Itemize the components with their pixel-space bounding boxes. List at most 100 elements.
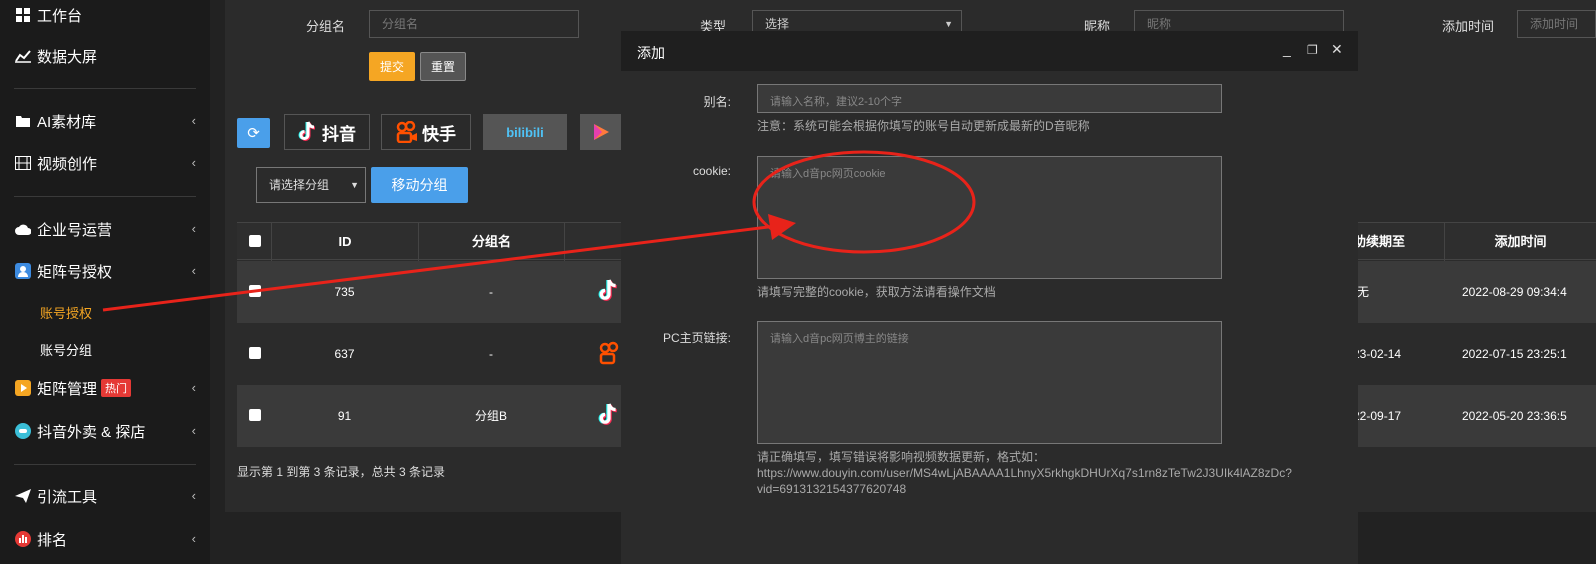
nav-account-auth[interactable]: 账号授权 bbox=[40, 303, 92, 322]
chevron-left-icon: ‹ bbox=[191, 488, 196, 503]
select-all-checkbox[interactable] bbox=[249, 235, 261, 247]
addtime-filter-input[interactable]: 添加时间 bbox=[1517, 10, 1596, 38]
th-platform bbox=[564, 223, 621, 261]
nav-matrix-auth[interactable]: 矩阵号授权 ‹ bbox=[0, 256, 210, 286]
pc-link-hint-2: https://www.douyin.com/user/MS4wLjABAAAA… bbox=[757, 466, 1292, 480]
platform-more-button[interactable] bbox=[580, 114, 621, 150]
move-group-button[interactable]: 移动分组 bbox=[371, 167, 468, 203]
film-icon bbox=[15, 155, 31, 171]
nav-matrix-manage[interactable]: 矩阵管理 热门 ‹ bbox=[0, 373, 210, 403]
windows-icon bbox=[15, 7, 31, 23]
cell-group: - bbox=[489, 285, 493, 299]
platform-douyin-label: 抖音 bbox=[322, 124, 356, 144]
cell-expire: 无 bbox=[1357, 285, 1370, 299]
cell-id: 91 bbox=[337, 409, 352, 423]
cookie-label: cookie: bbox=[692, 164, 731, 178]
group-select-value: 请选择分组 bbox=[269, 178, 330, 192]
platform-bilibili-button[interactable]: bilibili bbox=[483, 114, 567, 150]
type-select-value: 选择 bbox=[765, 17, 790, 31]
pc-link-hint-3: vid=6913132154377620748 bbox=[757, 482, 907, 496]
minimize-icon[interactable]: _ bbox=[1283, 41, 1291, 57]
send-icon bbox=[15, 488, 31, 504]
nav-ai-library-label: AI素材库 bbox=[37, 113, 97, 131]
maximize-icon[interactable]: ❐ bbox=[1307, 43, 1318, 57]
row-checkbox[interactable] bbox=[249, 409, 261, 421]
folder-icon bbox=[15, 113, 31, 129]
chevron-left-icon: ‹ bbox=[191, 380, 196, 395]
platform-kuaishou-label: 快手 bbox=[422, 124, 456, 144]
cell-group: 分组B bbox=[474, 409, 507, 423]
th-addtime: 添加时间 bbox=[1444, 223, 1596, 261]
cloud-icon bbox=[15, 221, 31, 237]
nav-workbench-label: 工作台 bbox=[37, 7, 83, 25]
row-checkbox[interactable] bbox=[249, 285, 261, 297]
refresh-icon: ⟳ bbox=[247, 125, 260, 142]
caret-down-icon: ▼ bbox=[350, 180, 359, 190]
hot-badge: 热门 bbox=[101, 379, 132, 397]
cell-group: - bbox=[489, 347, 493, 361]
user-badge-icon bbox=[15, 263, 31, 279]
add-account-modal: 添加 _ ❐ ✕ 别名: 请输入名称，建议2-10个字 注意：系统可能会根据你填… bbox=[621, 31, 1358, 564]
nav-video-creation[interactable]: 视频创作 ‹ bbox=[0, 148, 210, 178]
douyin-icon bbox=[597, 402, 621, 430]
cell-expire: 22-09-17 bbox=[1353, 409, 1402, 423]
nav-video-creation-label: 视频创作 bbox=[37, 155, 98, 173]
cell-id: 735 bbox=[334, 285, 355, 299]
group-select[interactable]: 请选择分组 ▼ bbox=[256, 167, 366, 203]
nav-traffic-tools[interactable]: 引流工具 ‹ bbox=[0, 481, 210, 511]
nav-ranking[interactable]: 排名 ‹ bbox=[0, 524, 210, 554]
douyin-icon bbox=[298, 121, 316, 141]
row-checkbox[interactable] bbox=[249, 347, 261, 359]
group-filter-label: 分组名 bbox=[306, 19, 346, 34]
platform-bilibili-label: bilibili bbox=[506, 124, 544, 140]
nav-ai-library[interactable]: AI素材库 ‹ bbox=[0, 106, 210, 136]
platform-douyin-button[interactable]: 抖音 bbox=[284, 114, 370, 150]
ranking-icon bbox=[15, 531, 31, 547]
cell-expire: 23-02-14 bbox=[1353, 347, 1402, 361]
nav-matrix-auth-label: 矩阵号授权 bbox=[37, 263, 113, 281]
modal-title: 添加 bbox=[637, 45, 665, 61]
divider bbox=[14, 88, 196, 89]
kuaishou-icon bbox=[396, 121, 417, 143]
chat-bubble-icon bbox=[15, 423, 31, 439]
nav-ranking-label: 排名 bbox=[37, 531, 68, 549]
nav-douyin-takeout-label: 抖音外卖 & 探店 bbox=[37, 423, 146, 441]
addtime-filter-label: 添加时间 bbox=[1442, 19, 1495, 34]
douyin-icon bbox=[597, 278, 621, 306]
chevron-left-icon: ‹ bbox=[191, 155, 196, 170]
close-icon[interactable]: ✕ bbox=[1331, 41, 1343, 58]
nav-matrix-manage-label: 矩阵管理 bbox=[37, 380, 98, 398]
cell-id: 637 bbox=[334, 347, 355, 361]
chevron-left-icon: ‹ bbox=[191, 221, 196, 236]
refresh-button[interactable]: ⟳ bbox=[237, 118, 270, 148]
alias-input[interactable]: 请输入名称，建议2-10个字 bbox=[757, 84, 1222, 113]
group-filter-input[interactable]: 分组名 bbox=[369, 10, 579, 38]
chevron-left-icon: ‹ bbox=[191, 423, 196, 438]
nav-data-screen[interactable]: 数据大屏 bbox=[0, 41, 210, 71]
nav-enterprise-ops[interactable]: 企业号运营 ‹ bbox=[0, 214, 210, 244]
nav-douyin-takeout[interactable]: 抖音外卖 & 探店 ‹ bbox=[0, 416, 210, 446]
alias-hint: 注意：系统可能会根据你填写的账号自动更新成最新的D音昵称 bbox=[757, 119, 1090, 133]
th-id: ID bbox=[271, 223, 418, 261]
reset-button[interactable]: 重置 bbox=[420, 52, 466, 81]
pc-link-textarea[interactable]: 请输入d音pc网页博主的链接 bbox=[757, 321, 1222, 444]
cookie-textarea[interactable]: 请输入d音pc网页cookie bbox=[757, 156, 1222, 279]
cell-addtime: 2022-05-20 23:36:5 bbox=[1462, 409, 1567, 423]
nav-account-group[interactable]: 账号分组 bbox=[40, 340, 92, 359]
nav-enterprise-ops-label: 企业号运营 bbox=[37, 221, 113, 239]
chevron-left-icon: ‹ bbox=[191, 531, 196, 546]
th-expire: 助续期至 bbox=[1353, 234, 1406, 249]
submit-button[interactable]: 提交 bbox=[369, 52, 415, 81]
pc-link-label: PC主页链接: bbox=[662, 331, 731, 345]
chevron-down-icon: ‹ bbox=[191, 263, 196, 278]
cookie-hint: 请填写完整的cookie，获取方法请看操作文档 bbox=[757, 285, 996, 299]
nav-workbench[interactable]: 工作台 bbox=[0, 0, 210, 30]
play-icon bbox=[15, 380, 31, 396]
platform-kuaishou-button[interactable]: 快手 bbox=[381, 114, 471, 150]
video-play-icon bbox=[593, 124, 609, 140]
cell-addtime: 2022-08-29 09:34:4 bbox=[1462, 285, 1567, 299]
chevron-left-icon: ‹ bbox=[191, 113, 196, 128]
divider bbox=[14, 196, 196, 197]
alias-label: 别名: bbox=[703, 95, 731, 109]
sidebar: 工作台 数据大屏 AI素材库 ‹ 视频创作 ‹ 企业号运营 ‹ 矩阵号授权 ‹ bbox=[0, 0, 210, 564]
